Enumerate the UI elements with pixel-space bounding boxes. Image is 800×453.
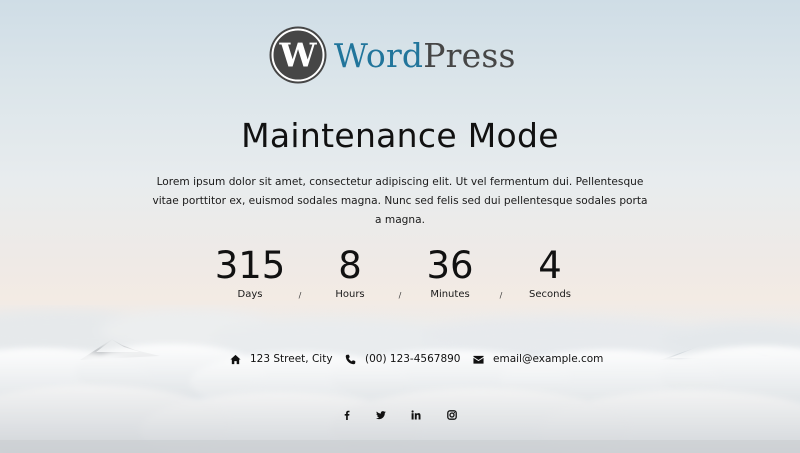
countdown-seconds-label: Seconds: [528, 289, 571, 300]
page-title: Maintenance Mode: [241, 116, 559, 155]
contact-address: 123 Street, City: [230, 353, 333, 365]
social-links: [0, 408, 800, 422]
contact-email-text[interactable]: email@example.com: [493, 353, 603, 365]
contact-phone: (00) 123-4567890: [345, 353, 460, 365]
facebook-link[interactable]: [340, 408, 354, 422]
wordmark-part-press: Press: [423, 35, 516, 75]
wordmark-part-word: Word: [334, 35, 424, 75]
contact-info: 123 Street, City (00) 123-4567890 email@…: [0, 353, 800, 369]
instagram-link[interactable]: [445, 408, 459, 422]
twitter-icon: [376, 411, 386, 420]
linkedin-icon: [411, 410, 421, 420]
countdown-hours-label: Hours: [335, 289, 365, 300]
page-description: Lorem ipsum dolor sit amet, consectetur …: [152, 176, 648, 226]
phone-icon: [345, 354, 356, 364]
countdown-days-value: 315: [214, 244, 286, 287]
countdown-days-label: Days: [237, 289, 263, 300]
svg-text:W: W: [278, 36, 317, 75]
countdown-minutes-label: Minutes: [430, 289, 470, 300]
contact-address-text: 123 Street, City: [250, 353, 333, 365]
envelope-icon: [473, 355, 484, 364]
countdown-timer: 315 Days / 8 Hours / 36 Minutes / 4 Seco…: [200, 244, 600, 304]
home-icon: [230, 354, 241, 364]
countdown-minutes: 36 Minutes: [400, 244, 500, 302]
countdown-minutes-value: 36: [426, 244, 474, 287]
linkedin-link[interactable]: [409, 408, 423, 422]
instagram-icon: [447, 410, 457, 420]
twitter-link[interactable]: [374, 408, 388, 422]
countdown-days: 315 Days: [200, 244, 300, 302]
countdown-hours-value: 8: [338, 244, 362, 287]
wordpress-wordmark: WordPress: [334, 39, 516, 72]
contact-email[interactable]: email@example.com: [473, 353, 603, 365]
countdown-seconds: 4 Seconds: [500, 244, 600, 302]
contact-phone-text: (00) 123-4567890: [365, 353, 461, 365]
maintenance-page: W WordPress Maintenance Mode Lorem ipsum…: [0, 0, 800, 453]
facebook-icon: [344, 410, 350, 420]
wordpress-logo: W WordPress: [269, 26, 533, 84]
countdown-seconds-value: 4: [538, 244, 562, 287]
wordpress-logo-icon: W: [269, 26, 327, 84]
countdown-hours: 8 Hours: [300, 244, 400, 302]
